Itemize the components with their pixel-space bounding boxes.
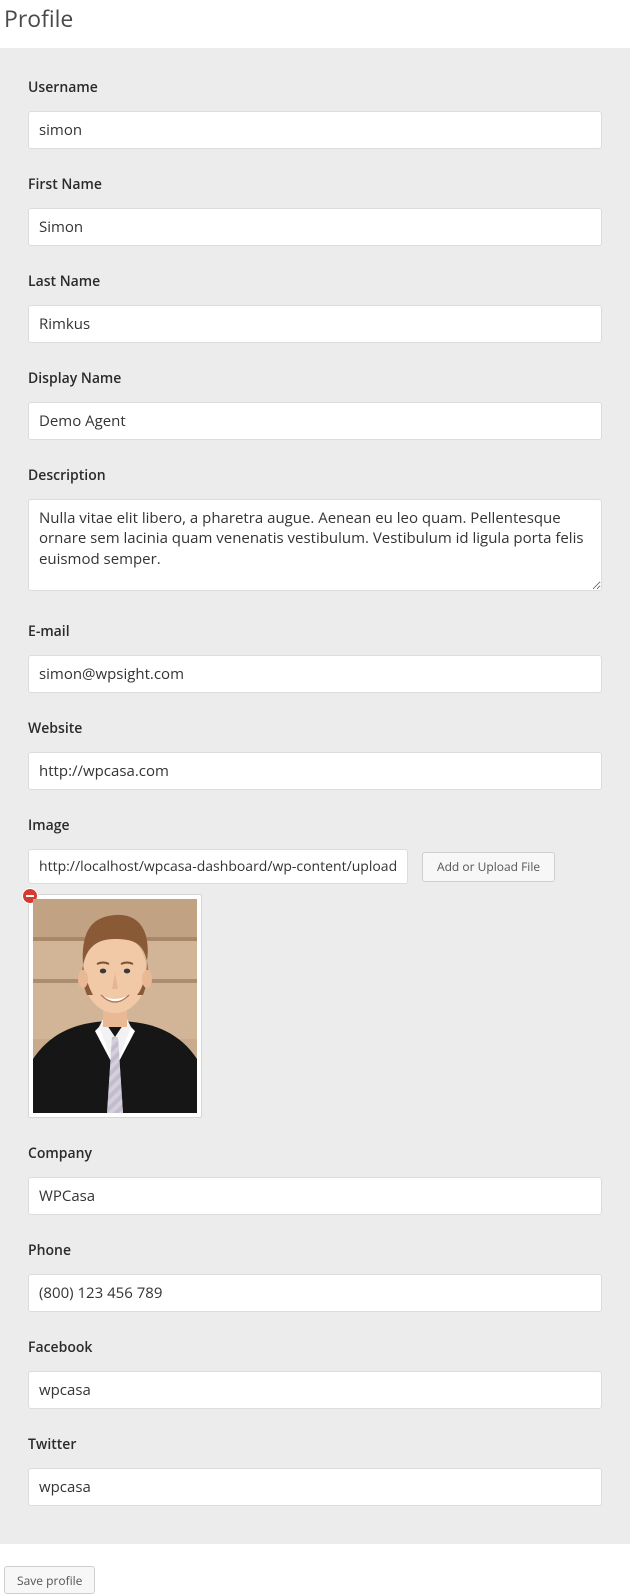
field-group-display-name: Display Name [28, 369, 602, 440]
label-website: Website [28, 719, 602, 738]
email-input[interactable] [28, 655, 602, 693]
field-group-twitter: Twitter [28, 1435, 602, 1506]
twitter-input[interactable] [28, 1468, 602, 1506]
field-group-username: Username [28, 78, 602, 149]
field-group-company: Company [28, 1144, 602, 1215]
first-name-input[interactable] [28, 208, 602, 246]
field-group-description: Description Nulla vitae elit libero, a p… [28, 466, 602, 596]
label-phone: Phone [28, 1241, 602, 1260]
profile-image-preview [33, 899, 197, 1113]
label-display-name: Display Name [28, 369, 602, 388]
description-textarea[interactable]: Nulla vitae elit libero, a pharetra augu… [28, 499, 602, 591]
phone-input[interactable] [28, 1274, 602, 1312]
label-description: Description [28, 466, 602, 485]
label-first-name: First Name [28, 175, 602, 194]
profile-form-panel: Username First Name Last Name Display Na… [0, 48, 630, 1544]
save-bar: Save profile [0, 1544, 630, 1594]
field-group-image: Image Add or Upload File [28, 816, 602, 1118]
label-username: Username [28, 78, 602, 97]
last-name-input[interactable] [28, 305, 602, 343]
image-path-input[interactable] [28, 849, 408, 884]
label-company: Company [28, 1144, 602, 1163]
website-input[interactable] [28, 752, 602, 790]
company-input[interactable] [28, 1177, 602, 1215]
add-upload-file-button[interactable]: Add or Upload File [422, 852, 555, 882]
field-group-facebook: Facebook [28, 1338, 602, 1409]
display-name-input[interactable] [28, 402, 602, 440]
username-input[interactable] [28, 111, 602, 149]
field-group-phone: Phone [28, 1241, 602, 1312]
save-profile-button[interactable]: Save profile [4, 1566, 95, 1594]
field-group-last-name: Last Name [28, 272, 602, 343]
label-image: Image [28, 816, 602, 835]
image-row: Add or Upload File [28, 849, 602, 884]
field-group-website: Website [28, 719, 602, 790]
label-email: E-mail [28, 622, 602, 641]
page-title: Profile [0, 0, 630, 48]
field-group-first-name: First Name [28, 175, 602, 246]
label-twitter: Twitter [28, 1435, 602, 1454]
label-last-name: Last Name [28, 272, 602, 291]
field-group-email: E-mail [28, 622, 602, 693]
label-facebook: Facebook [28, 1338, 602, 1357]
facebook-input[interactable] [28, 1371, 602, 1409]
image-preview-container [28, 894, 202, 1118]
